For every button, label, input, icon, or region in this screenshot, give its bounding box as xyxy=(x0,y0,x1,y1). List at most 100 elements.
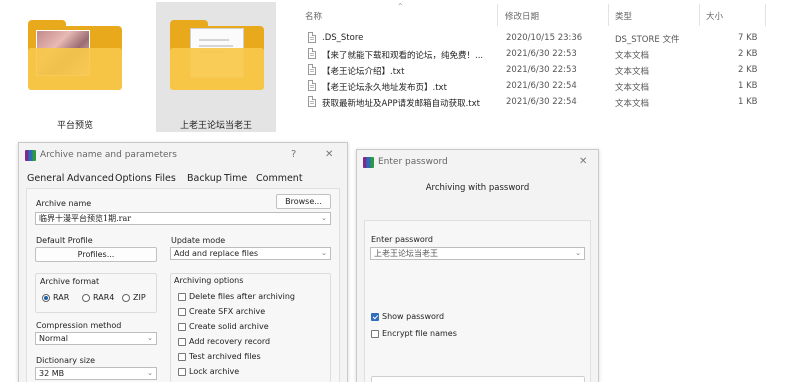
file-date: 2021/6/30 22:53 xyxy=(506,65,577,75)
column-header-size[interactable]: 大小 xyxy=(706,10,723,22)
file-size: 2 KB xyxy=(738,49,758,59)
file-icon xyxy=(308,96,316,107)
checkbox-test-archived[interactable] xyxy=(178,353,186,361)
radio-zip[interactable] xyxy=(122,294,130,302)
checkbox-recovery-record[interactable] xyxy=(178,338,186,346)
folder-label-preview[interactable]: 平台预览 xyxy=(18,118,132,131)
folder-icon-laowang[interactable] xyxy=(170,18,264,90)
option-label[interactable]: Add recovery record xyxy=(189,337,270,346)
file-icon xyxy=(308,48,316,59)
tab-time[interactable]: Time xyxy=(224,173,247,184)
password-input[interactable]: 上老王论坛当老王 ⌄ xyxy=(370,247,585,260)
file-name: 【老王论坛介绍】.txt xyxy=(322,67,405,77)
winrar-icon xyxy=(363,157,374,168)
tab-backup[interactable]: Backup xyxy=(187,173,222,184)
file-row[interactable]: 【老王论坛永久地址发布页】.txt 2021/6/30 22:54 文本文档 1… xyxy=(298,79,800,95)
update-mode-select[interactable]: Add and replace files ⌄ xyxy=(170,247,331,260)
file-type: 文本文档 xyxy=(615,67,650,77)
tab-options[interactable]: Options xyxy=(115,173,152,184)
file-name: 获取最新地址及APP请发邮箱自动获取.txt xyxy=(322,99,480,109)
profiles-button[interactable]: Profiles... xyxy=(35,247,157,262)
close-button[interactable]: ✕ xyxy=(579,156,587,167)
file-row[interactable]: 【老王论坛介绍】.txt 2021/6/30 22:53 文本文档 2 KB xyxy=(298,63,800,79)
chevron-down-icon[interactable]: ⌄ xyxy=(321,248,327,259)
checkbox-lock-archive[interactable] xyxy=(178,368,186,376)
checkbox-create-solid[interactable] xyxy=(178,323,186,331)
tab-advanced[interactable]: Advanced xyxy=(67,173,114,184)
option-label[interactable]: Lock archive xyxy=(189,367,239,376)
radio-rar4-label[interactable]: RAR4 xyxy=(93,293,114,302)
tab-strip: General Advanced Options Files Backup Ti… xyxy=(19,171,347,187)
archiving-options-label: Archiving options xyxy=(174,276,244,285)
file-date: 2020/10/15 23:36 xyxy=(506,33,583,43)
password-value: 上老王论坛当老王 xyxy=(374,249,438,258)
checkbox-show-password[interactable] xyxy=(371,313,379,321)
encrypt-file-names-label[interactable]: Encrypt file names xyxy=(382,329,457,338)
column-divider[interactable] xyxy=(497,4,498,26)
update-mode-label: Update mode xyxy=(171,236,226,245)
column-divider[interactable] xyxy=(699,4,700,26)
radio-rar4[interactable] xyxy=(82,294,90,302)
winrar-icon xyxy=(25,150,36,161)
archive-dialog: Archive name and parameters ? ✕ General … xyxy=(18,142,348,382)
file-size: 2 KB xyxy=(738,65,758,75)
option-label[interactable]: Create SFX archive xyxy=(189,307,265,316)
checkbox-encrypt-file-names[interactable] xyxy=(371,330,379,338)
archive-name-label: Archive name xyxy=(36,199,92,208)
checkbox-delete-files[interactable] xyxy=(178,293,186,301)
file-name: 【来了就能下载和观看的论坛，纯免费！... xyxy=(322,51,484,61)
column-divider[interactable] xyxy=(608,4,609,26)
folder-icon-preview[interactable] xyxy=(28,18,122,90)
compression-method-select[interactable]: Normal ⌄ xyxy=(35,332,157,345)
option-label[interactable]: Test archived files xyxy=(189,352,261,361)
radio-rar-label[interactable]: RAR xyxy=(53,293,69,302)
default-profile-label: Default Profile xyxy=(36,236,93,245)
password-dialog-title: Enter password xyxy=(378,157,448,167)
file-date: 2021/6/30 22:53 xyxy=(506,49,577,59)
option-label[interactable]: Create solid archive xyxy=(189,322,269,331)
folder-label-laowang[interactable]: 上老王论坛当老王 xyxy=(160,118,272,131)
sort-chevron-icon: ⌃ xyxy=(397,2,404,11)
file-icon xyxy=(308,32,316,43)
file-icon xyxy=(308,64,316,75)
chevron-down-icon[interactable]: ⌄ xyxy=(147,333,153,344)
archive-format-label: Archive format xyxy=(40,277,100,286)
dictionary-size-select[interactable]: 32 MB ⌄ xyxy=(35,367,157,380)
update-mode-value: Add and replace files xyxy=(174,249,259,258)
tab-general[interactable]: General xyxy=(27,173,64,184)
chevron-down-icon[interactable]: ⌄ xyxy=(147,368,153,379)
archive-name-input[interactable]: 临界十漫平台预览1期.rar ⌄ xyxy=(35,212,331,225)
password-panel xyxy=(364,220,591,382)
option-label[interactable]: Delete files after archiving xyxy=(189,292,295,301)
radio-zip-label[interactable]: ZIP xyxy=(133,293,146,302)
compression-method-label: Compression method xyxy=(36,321,122,330)
dictionary-size-label: Dictionary size xyxy=(36,356,96,365)
file-row[interactable]: 获取最新地址及APP请发邮箱自动获取.txt 2021/6/30 22:54 文… xyxy=(298,95,800,111)
browse-button[interactable]: Browse... xyxy=(276,194,331,209)
archive-dialog-titlebar[interactable]: Archive name and parameters ? ✕ xyxy=(19,143,347,169)
tab-comment[interactable]: Comment xyxy=(256,173,303,184)
file-row[interactable]: 【来了就能下载和观看的论坛，纯免费！... 2021/6/30 22:53 文本… xyxy=(298,47,800,63)
enter-password-label: Enter password xyxy=(371,235,433,244)
column-divider[interactable] xyxy=(765,4,766,26)
file-date: 2021/6/30 22:54 xyxy=(506,81,577,91)
chevron-down-icon[interactable]: ⌄ xyxy=(321,213,327,224)
file-type: DS_STORE 文件 xyxy=(615,35,680,45)
column-header-type[interactable]: 类型 xyxy=(615,10,632,22)
column-header-modified[interactable]: 修改日期 xyxy=(505,10,539,22)
dictionary-size-value: 32 MB xyxy=(39,369,65,378)
column-header-name[interactable]: 名称 xyxy=(305,10,322,22)
show-password-label[interactable]: Show password xyxy=(382,312,444,321)
file-name: 【老王论坛永久地址发布页】.txt xyxy=(322,83,447,93)
radio-rar[interactable] xyxy=(42,294,50,302)
close-button[interactable]: ✕ xyxy=(325,149,333,160)
file-size: 7 KB xyxy=(738,33,758,43)
chevron-down-icon[interactable]: ⌄ xyxy=(575,248,581,259)
help-button[interactable]: ? xyxy=(291,149,296,160)
file-type: 文本文档 xyxy=(615,99,650,109)
tab-files[interactable]: Files xyxy=(155,173,176,184)
file-row[interactable]: .DS_Store 2020/10/15 23:36 DS_STORE 文件 7… xyxy=(298,31,800,47)
checkbox-create-sfx[interactable] xyxy=(178,308,186,316)
password-dialog-titlebar[interactable]: Enter password ✕ xyxy=(357,150,598,176)
file-type: 文本文档 xyxy=(615,83,650,93)
